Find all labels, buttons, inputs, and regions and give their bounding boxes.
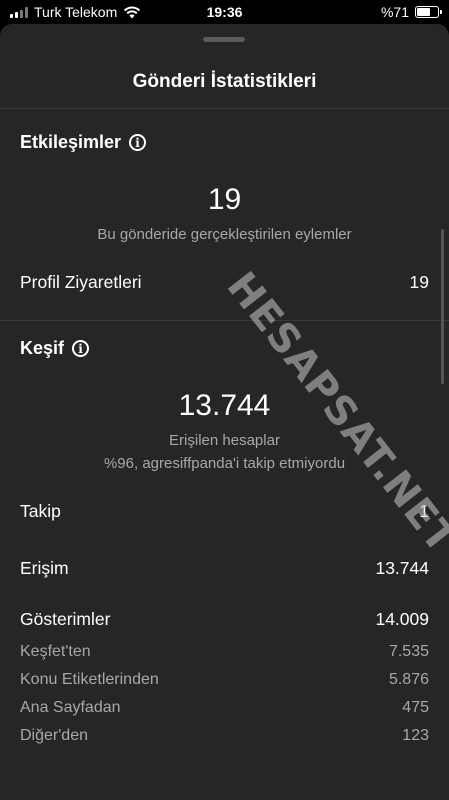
breakdown-label: Diğer'den — [20, 727, 88, 744]
sheet-grabber[interactable] — [203, 37, 245, 42]
breakdown-value: 123 — [402, 727, 429, 744]
status-bar: Turk Telekom 19:36 %71 — [0, 0, 449, 24]
info-icon[interactable]: i — [129, 134, 147, 151]
scrollbar[interactable] — [441, 229, 444, 384]
interactions-caption: Bu gönderide gerçekleştirilen eylemler — [97, 226, 352, 243]
impressions-label: Gösterimler — [20, 609, 111, 629]
breakdown-value: 7.535 — [388, 643, 429, 660]
battery-icon — [415, 6, 442, 18]
battery-fill — [417, 8, 430, 16]
impressions-breakdown-row: Konu Etiketlerinden 5.876 — [20, 671, 429, 689]
insights-sheet: Gönderi İstatistikleri Etkileşimler i 19… — [0, 24, 449, 800]
reach-row[interactable]: Erişim 13.744 — [20, 558, 429, 579]
impressions-value: 14.009 — [375, 609, 429, 629]
reach-label: Erişim — [20, 558, 69, 578]
interactions-header: Etkileşimler i — [20, 132, 147, 153]
profile-visits-value: 19 — [409, 272, 429, 292]
breakdown-label: Konu Etiketlerinden — [20, 671, 159, 688]
interactions-title: Etkileşimler — [20, 132, 122, 152]
follows-row[interactable]: Takip 1 — [20, 501, 429, 522]
discovery-title: Keşif — [20, 338, 65, 358]
breakdown-value: 5.876 — [388, 671, 429, 688]
breakdown-label: Keşfet'ten — [20, 643, 91, 660]
impressions-breakdown-row: Keşfet'ten 7.535 — [20, 643, 429, 661]
interactions-total: 19 — [207, 183, 242, 216]
accounts-reached-number: 13.744 — [178, 389, 271, 422]
discovery-header: Keşif i — [20, 338, 90, 359]
impressions-row[interactable]: Gösterimler 14.009 — [20, 609, 429, 630]
breakdown-label: Ana Sayfadan — [20, 699, 121, 716]
sheet-title: Gönderi İstatistikleri — [132, 71, 317, 92]
divider — [0, 108, 449, 109]
impressions-breakdown-row: Ana Sayfadan 475 — [20, 699, 429, 717]
follows-label: Takip — [20, 501, 61, 521]
info-icon[interactable]: i — [72, 340, 90, 357]
battery-percentage: %71 — [380, 4, 409, 20]
status-right: %71 — [380, 4, 442, 20]
reach-value: 13.744 — [375, 558, 429, 578]
impressions-breakdown-row: Diğer'den 123 — [20, 727, 429, 745]
breakdown-value: 475 — [402, 699, 429, 716]
divider — [0, 320, 449, 321]
profile-visits-label: Profil Ziyaretleri — [20, 272, 142, 292]
